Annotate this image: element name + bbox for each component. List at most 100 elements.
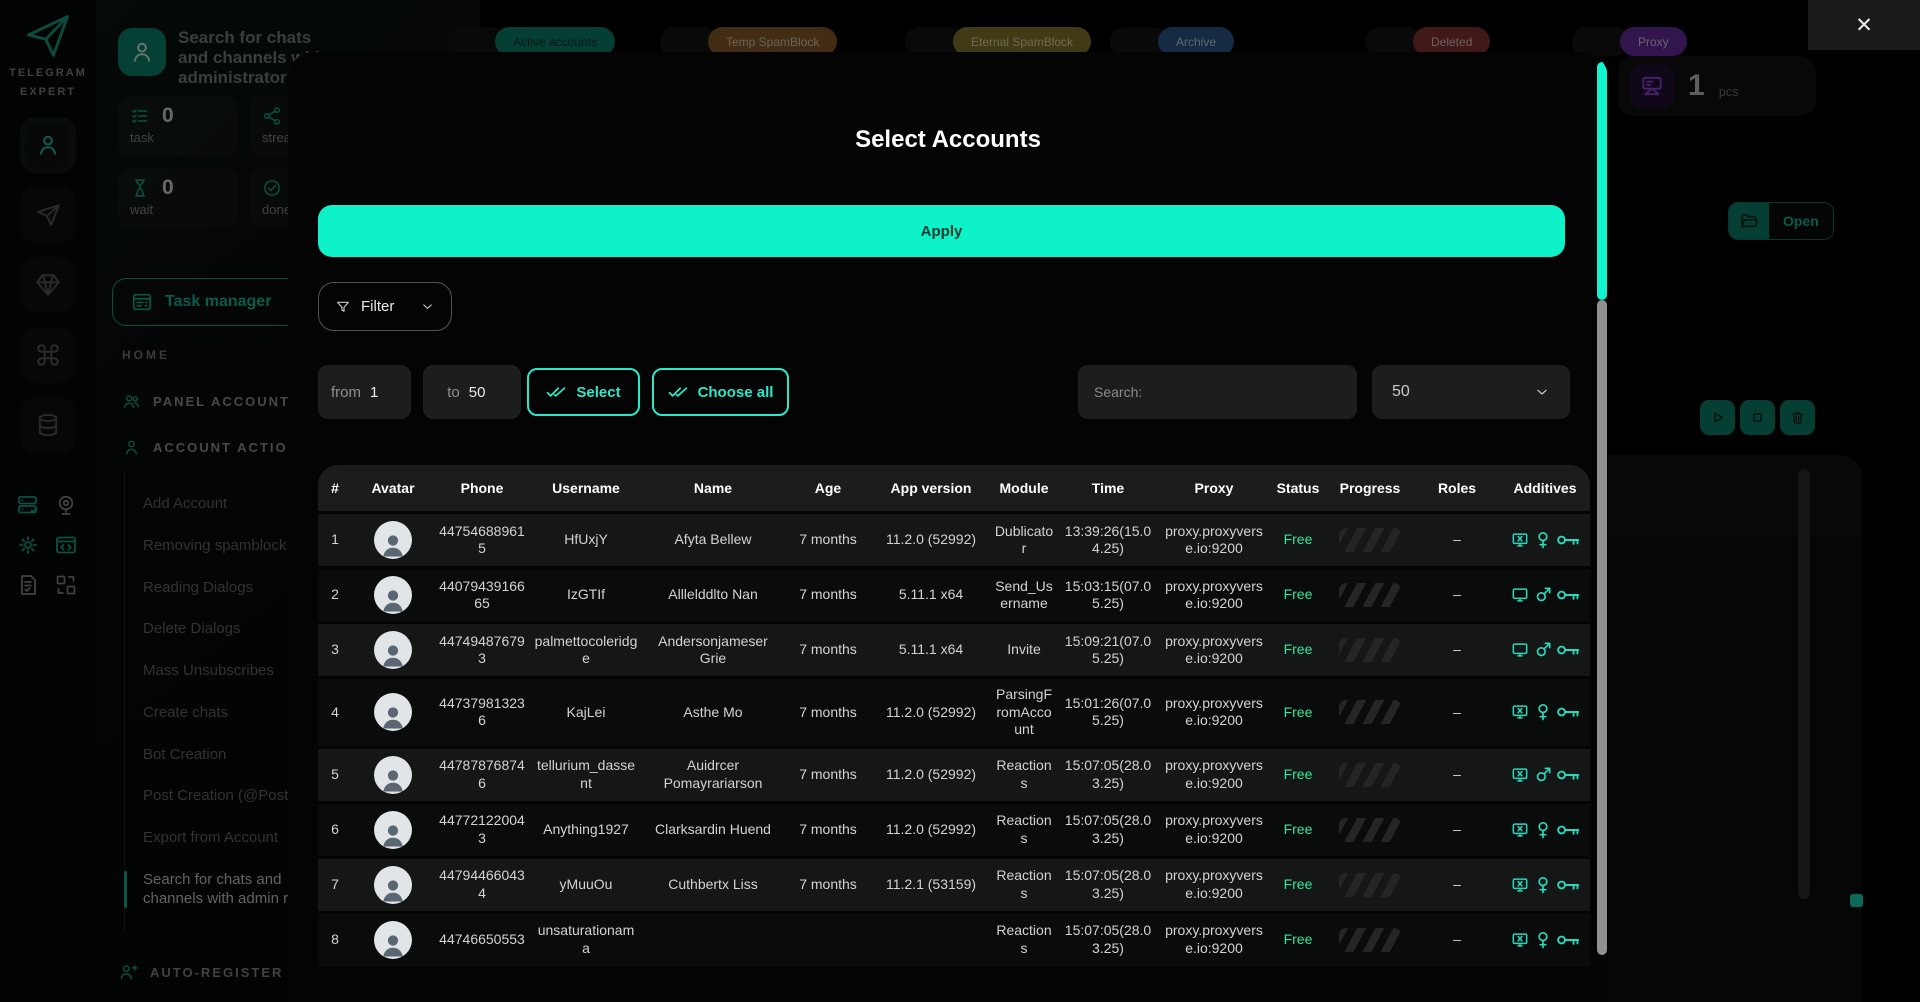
- account-row[interactable]: 7447944660434yMuuOuCuthbertx Liss7 month…: [318, 859, 1590, 911]
- avatar-person-icon: [378, 874, 408, 904]
- cell-time: 15:01:26(07.05.25): [1058, 679, 1158, 746]
- cell-phone: 447878768746: [434, 749, 530, 801]
- cell-number: 7: [318, 859, 352, 911]
- cell-age: 7 months: [784, 859, 872, 911]
- cell-module: Reactions: [990, 859, 1058, 911]
- cell-time: 15:07:05(28.03.25): [1058, 914, 1158, 966]
- cell-username: unsaturationama: [530, 914, 642, 966]
- cell-additives: [1500, 859, 1590, 911]
- cell-additives: [1500, 914, 1590, 966]
- cell-module: Reactions: [990, 804, 1058, 856]
- cell-avatar: [352, 914, 434, 966]
- cell-name: Auidrcer Pomayrariarson: [642, 749, 784, 801]
- progress-bar: [1339, 818, 1401, 842]
- modal-scrollbar-track[interactable]: [1597, 300, 1607, 955]
- column-header: Additives: [1500, 465, 1590, 511]
- page-size-select[interactable]: 50: [1372, 365, 1570, 419]
- male-icon: [1533, 640, 1553, 660]
- account-row[interactable]: 5 447878768746tellurium_dassentAuidrcer P…: [318, 749, 1590, 801]
- cell-status: Free: [1270, 804, 1326, 856]
- cell-time: 15:03:15(07.05.25): [1058, 569, 1158, 621]
- cell-username: tellurium_dassent: [530, 749, 642, 801]
- cell-app-version: 5.11.1 x64: [872, 624, 990, 676]
- cell-username: palmettocoleridge: [530, 624, 642, 676]
- app-window: TELEGRAM EXPERT Search for chats and cha…: [0, 0, 1920, 1002]
- cell-module: Invite: [990, 624, 1058, 676]
- double-check-icon: [546, 385, 566, 399]
- cell-avatar: [352, 624, 434, 676]
- page-size-value: 50: [1392, 383, 1534, 401]
- cell-age: 7 months: [784, 514, 872, 566]
- account-row[interactable]: 3447494876793palmettocoleridgeAndersonja…: [318, 624, 1590, 676]
- cell-age: 7 months: [784, 569, 872, 621]
- cell-proxy: proxy.proxyverse.io:9200: [1158, 859, 1270, 911]
- cell-module: Reactions: [990, 749, 1058, 801]
- from-input[interactable]: [370, 384, 398, 401]
- cell-avatar: [352, 679, 434, 746]
- key-icon: [1556, 705, 1580, 719]
- column-header: Module: [990, 465, 1058, 511]
- cell-number: 6: [318, 804, 352, 856]
- accounts-table: #AvatarPhoneUsernameNameAgeApp versionMo…: [318, 462, 1590, 969]
- cell-additives: [1500, 514, 1590, 566]
- avatar: [374, 921, 412, 959]
- monitor-icon: [1510, 640, 1530, 660]
- account-row[interactable]: 4447379813236KajLeiAsthe Mo7 months11.2.…: [318, 679, 1590, 746]
- cell-avatar: [352, 514, 434, 566]
- cell-progress: [1326, 624, 1414, 676]
- close-button[interactable]: ✕: [1808, 0, 1920, 50]
- avatar: [374, 576, 412, 614]
- cell-proxy: proxy.proxyverse.io:9200: [1158, 804, 1270, 856]
- cell-avatar: [352, 859, 434, 911]
- from-label: from: [331, 384, 361, 401]
- cell-number: 1: [318, 514, 352, 566]
- monitor-x-icon: [1510, 765, 1530, 785]
- cell-app-version: 11.2.0 (52992): [872, 749, 990, 801]
- cell-username: HfUxjY: [530, 514, 642, 566]
- progress-bar: [1339, 873, 1401, 897]
- cell-name: Cuthbertx Liss: [642, 859, 784, 911]
- cell-progress: [1326, 804, 1414, 856]
- cell-age: [784, 914, 872, 966]
- filter-funnel-icon: [335, 299, 351, 315]
- female-icon: [1533, 820, 1553, 840]
- avatar: [374, 521, 412, 559]
- search-input[interactable]: [1094, 384, 1341, 400]
- cell-status: Free: [1270, 914, 1326, 966]
- cell-module: Dublicator: [990, 514, 1058, 566]
- avatar-person-icon: [378, 584, 408, 614]
- monitor-x-icon: [1510, 930, 1530, 950]
- cell-name: Clarksardin Huend: [642, 804, 784, 856]
- account-row[interactable]: 1447546889615HfUxjYAfyta Bellew7 months1…: [318, 514, 1590, 566]
- avatar: [374, 866, 412, 904]
- account-row[interactable]: 844746650553unsaturationamaReactions15:0…: [318, 914, 1590, 966]
- column-header: Proxy: [1158, 465, 1270, 511]
- column-header: Username: [530, 465, 642, 511]
- account-row[interactable]: 24407943916665IzGTIfAlllelddlto Nan7 mon…: [318, 569, 1590, 621]
- select-button[interactable]: Select: [527, 368, 640, 416]
- cell-phone: 447546889615: [434, 514, 530, 566]
- cell-roles: –: [1414, 804, 1500, 856]
- avatar-person-icon: [378, 819, 408, 849]
- to-input[interactable]: [469, 384, 497, 401]
- column-header: App version: [872, 465, 990, 511]
- cell-app-version: 5.11.1 x64: [872, 569, 990, 621]
- cell-age: 7 months: [784, 624, 872, 676]
- cell-progress: [1326, 749, 1414, 801]
- cell-age: 7 months: [784, 804, 872, 856]
- apply-button[interactable]: Apply: [318, 205, 1565, 257]
- cell-name: Afyta Bellew: [642, 514, 784, 566]
- cell-phone: 447379813236: [434, 679, 530, 746]
- cell-number: 4: [318, 679, 352, 746]
- cell-number: 5: [318, 749, 352, 801]
- cell-status: Free: [1270, 624, 1326, 676]
- controls-row: from to Select Choose all 50: [288, 365, 1608, 421]
- choose-all-button[interactable]: Choose all: [652, 368, 789, 416]
- column-header: Age: [784, 465, 872, 511]
- filter-dropdown[interactable]: Filter: [318, 282, 452, 331]
- monitor-icon: [1510, 585, 1530, 605]
- cell-time: 15:09:21(07.05.25): [1058, 624, 1158, 676]
- modal-scrollbar-thumb[interactable]: [1597, 62, 1607, 300]
- account-row[interactable]: 6447721220043Anything1927Clarksardin Hue…: [318, 804, 1590, 856]
- column-header: Progress: [1326, 465, 1414, 511]
